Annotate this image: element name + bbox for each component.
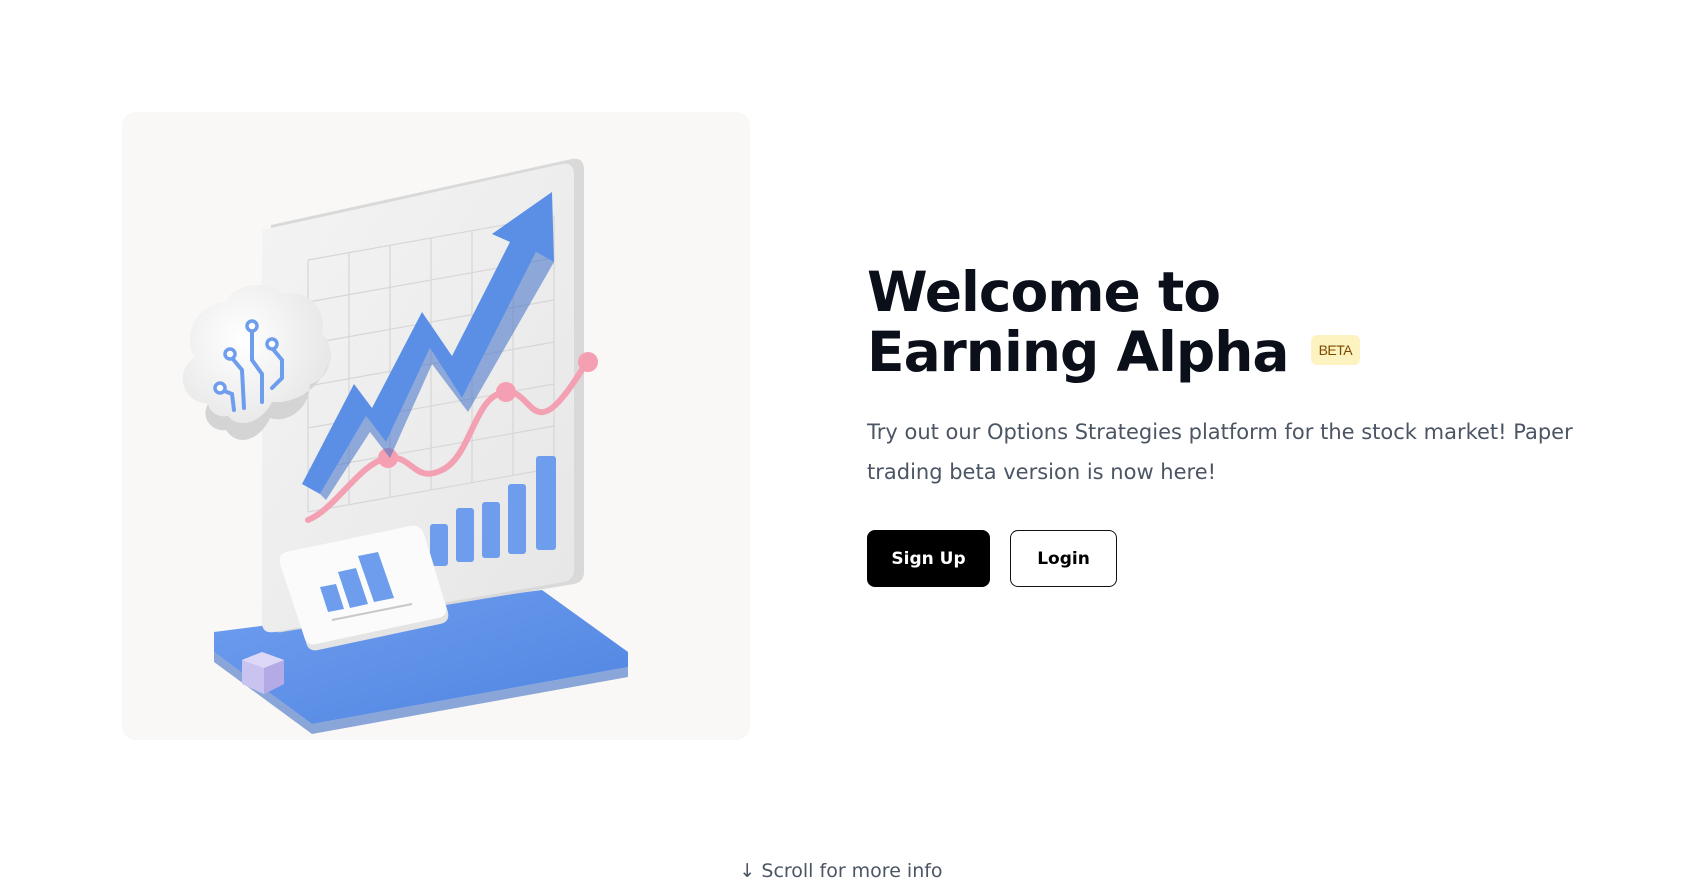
sign-up-button[interactable]: Sign Up xyxy=(867,530,990,587)
page-title: Welcome to Earning Alpha BETA xyxy=(867,262,1627,382)
scroll-hint[interactable]: ↓ Scroll for more info xyxy=(0,860,1682,882)
cta-buttons: Sign Up Login xyxy=(867,530,1627,587)
hero-illustration xyxy=(122,112,750,740)
title-line-1: Welcome to xyxy=(867,260,1221,324)
growth-chart-illustration xyxy=(182,158,628,734)
landing-page: Welcome to Earning Alpha BETA Try out our… xyxy=(0,0,1682,895)
hero-description: Try out our Options Strategies platform … xyxy=(867,420,1573,484)
hero-content: Welcome to Earning Alpha BETA Try out our… xyxy=(867,262,1627,587)
beta-badge: BETA xyxy=(1310,334,1361,365)
login-button[interactable]: Login xyxy=(1010,530,1117,587)
title-line-2: Earning Alpha BETA xyxy=(867,322,1627,382)
brand-name: Earning Alpha xyxy=(867,320,1290,384)
